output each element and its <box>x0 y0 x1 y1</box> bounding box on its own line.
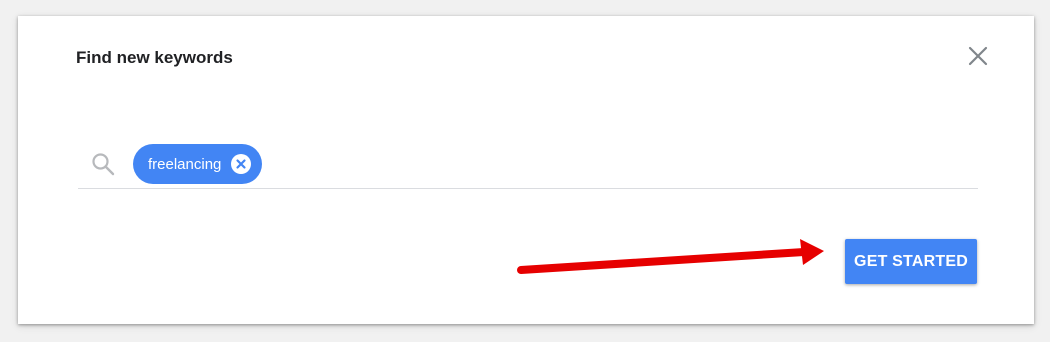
find-keywords-dialog: Find new keywords freelancing GET STARTE… <box>18 16 1034 324</box>
keyword-search-field[interactable]: freelancing <box>78 144 978 189</box>
close-icon <box>968 46 988 66</box>
keyword-chip[interactable]: freelancing <box>133 144 263 184</box>
keyword-chip-label: freelancing <box>148 155 222 173</box>
get-started-button[interactable]: GET STARTED <box>845 239 977 284</box>
remove-chip-button[interactable] <box>231 154 252 174</box>
remove-circle-icon <box>236 159 246 169</box>
close-button[interactable] <box>965 43 991 69</box>
search-icon <box>90 151 116 177</box>
dialog-title: Find new keywords <box>76 48 233 67</box>
